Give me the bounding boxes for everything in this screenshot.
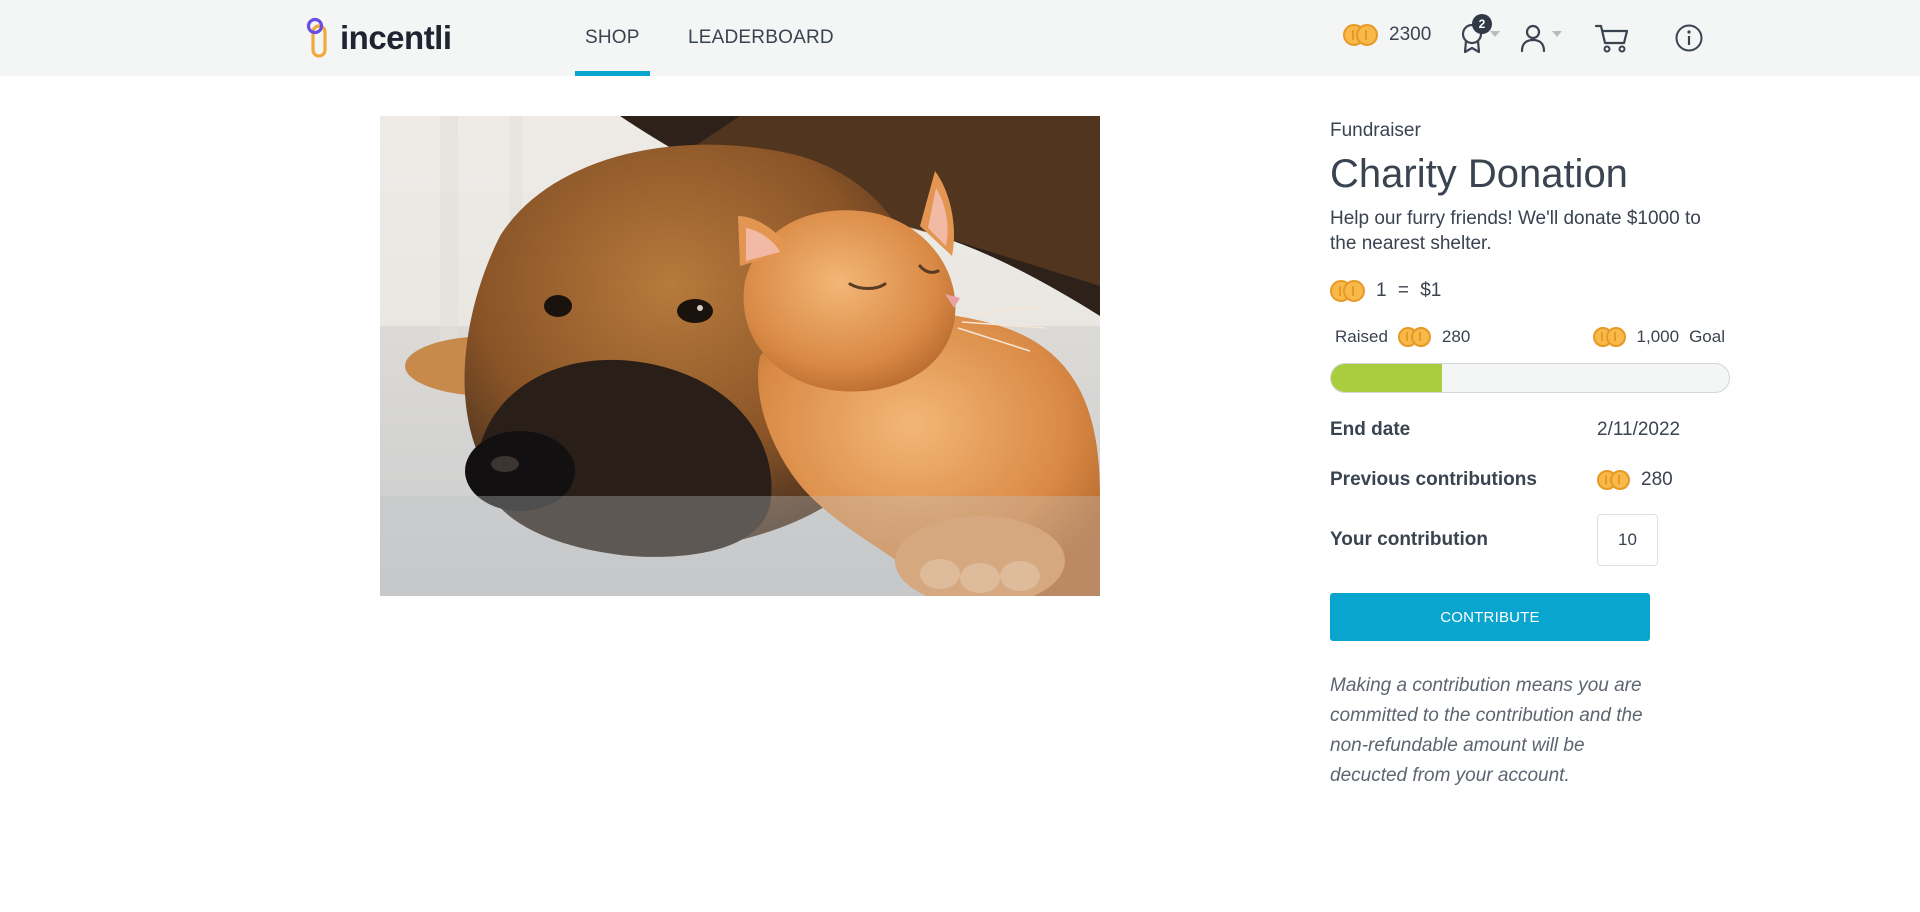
exchange-rate-text: 1 = $1 (1376, 280, 1442, 301)
awards-button[interactable]: 2 (1458, 14, 1500, 58)
dog-and-cat-photo (380, 116, 1100, 596)
tab-shop[interactable]: SHOP (575, 0, 650, 76)
user-icon (1520, 24, 1546, 53)
raised-amount: Raised 280 (1335, 327, 1470, 347)
raised-label: Raised (1335, 327, 1388, 346)
end-date-value: 2/11/2022 (1597, 419, 1681, 440)
info-icon (1675, 24, 1703, 52)
coins-icon (1343, 24, 1379, 46)
coins-icon (1397, 327, 1432, 347)
info-button[interactable] (1674, 18, 1704, 58)
contribute-button[interactable]: CONTRIBUTE (1330, 593, 1650, 641)
logo-mark-icon (306, 17, 327, 58)
user-menu-button[interactable] (1518, 18, 1562, 58)
chevron-down-icon (1490, 31, 1500, 37)
coins-icon (1330, 280, 1366, 302)
chevron-down-icon (1552, 31, 1562, 37)
coins-icon (1592, 327, 1627, 347)
product-description: Help our furry friends! We'll donate $10… (1330, 208, 1701, 254)
previous-contributions-amount: 280 (1641, 469, 1673, 490)
goal-value: 1,000 (1636, 327, 1680, 346)
goal-amount: 1,000 Goal (1592, 327, 1725, 347)
contribution-disclaimer: Making a contribution means you are comm… (1330, 675, 1643, 786)
cart-icon (1594, 24, 1629, 53)
your-contribution-input[interactable] (1597, 514, 1658, 566)
product-image (380, 116, 1100, 596)
end-date-label: End date (1330, 419, 1411, 440)
your-contribution-label: Your contribution (1330, 529, 1488, 550)
previous-contributions-value: 280 (1597, 469, 1673, 491)
your-contribution-row: Your contribution (1330, 514, 1730, 566)
cart-button[interactable] (1594, 18, 1630, 58)
product-category: Fundraiser (1330, 120, 1421, 141)
tab-leaderboard[interactable]: LEADERBOARD (688, 0, 834, 76)
previous-contributions-row: Previous contributions 280 (1330, 466, 1730, 494)
fundraising-summary: Raised 280 1,000 Goal (1335, 327, 1725, 349)
end-date-row: End date 2/11/2022 (1330, 416, 1730, 444)
coin-balance[interactable]: 2300 (1343, 24, 1431, 46)
logo[interactable]: incentli (306, 16, 452, 60)
awards-badge: 2 (1472, 14, 1492, 34)
progress-fill (1331, 364, 1443, 392)
exchange-rate: 1 = $1 (1330, 280, 1441, 302)
fundraising-progress-bar (1330, 363, 1730, 393)
raised-value: 280 (1441, 327, 1471, 346)
logo-text: incentli (340, 19, 452, 56)
product-title: Charity Donation (1330, 152, 1628, 196)
coin-balance-value: 2300 (1389, 24, 1432, 45)
previous-contributions-label: Previous contributions (1330, 469, 1537, 490)
goal-label: Goal (1689, 327, 1725, 346)
coins-icon (1597, 470, 1631, 490)
top-header: incentli SHOP LEADERBOARD 2300 2 (0, 0, 1920, 76)
